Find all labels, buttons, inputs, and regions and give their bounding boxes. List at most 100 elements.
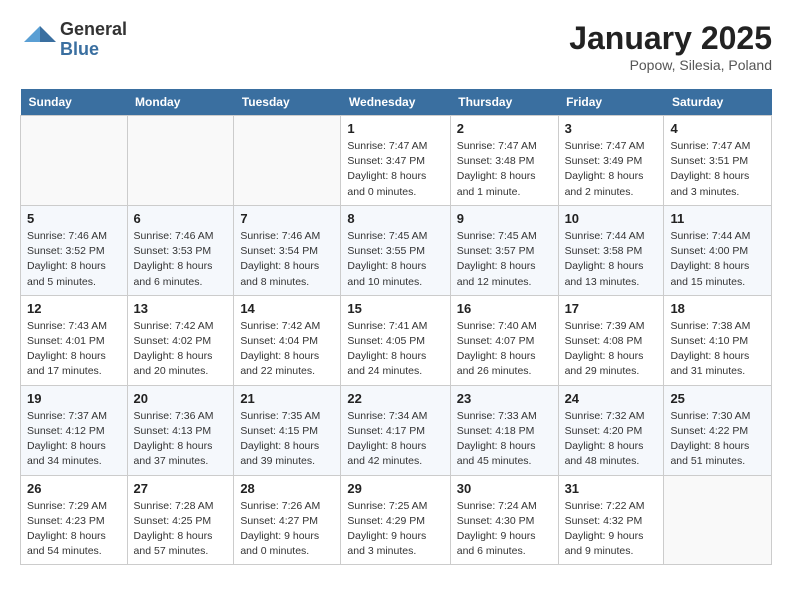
calendar-cell: 8 Sunrise: 7:45 AM Sunset: 3:55 PM Daylig… <box>341 205 450 295</box>
weekday-header-row: SundayMondayTuesdayWednesdayThursdayFrid… <box>21 89 772 116</box>
day-number: 26 <box>27 481 121 496</box>
day-number: 25 <box>670 391 765 406</box>
day-number: 6 <box>134 211 228 226</box>
weekday-header-wednesday: Wednesday <box>341 89 450 116</box>
calendar-cell: 4 Sunrise: 7:47 AM Sunset: 3:51 PM Daylig… <box>664 116 772 206</box>
calendar-cell <box>664 475 772 565</box>
day-info: Sunrise: 7:30 AM Sunset: 4:22 PM Dayligh… <box>670 409 765 470</box>
weekday-header-sunday: Sunday <box>21 89 128 116</box>
day-info: Sunrise: 7:43 AM Sunset: 4:01 PM Dayligh… <box>27 319 121 380</box>
calendar-week-row: 19 Sunrise: 7:37 AM Sunset: 4:12 PM Dayli… <box>21 385 772 475</box>
day-info: Sunrise: 7:40 AM Sunset: 4:07 PM Dayligh… <box>457 319 552 380</box>
weekday-header-tuesday: Tuesday <box>234 89 341 116</box>
day-info: Sunrise: 7:47 AM Sunset: 3:48 PM Dayligh… <box>457 139 552 200</box>
calendar-cell: 31Sunrise: 7:22 AM Sunset: 4:32 PM Dayli… <box>558 475 664 565</box>
calendar-cell: 30 Sunrise: 7:24 AM Sunset: 4:30 PM Dayli… <box>450 475 558 565</box>
calendar-cell: 24 Sunrise: 7:32 AM Sunset: 4:20 PM Dayli… <box>558 385 664 475</box>
calendar-cell: 15Sunrise: 7:41 AM Sunset: 4:05 PM Dayli… <box>341 295 450 385</box>
day-info: Sunrise: 7:34 AM Sunset: 4:17 PM Dayligh… <box>347 409 443 470</box>
day-number: 9 <box>457 211 552 226</box>
day-number: 11 <box>670 211 765 226</box>
day-number: 8 <box>347 211 443 226</box>
day-info: Sunrise: 7:39 AM Sunset: 4:08 PM Dayligh… <box>565 319 658 380</box>
calendar-cell: 27 Sunrise: 7:28 AM Sunset: 4:25 PM Dayli… <box>127 475 234 565</box>
calendar-cell: 20 Sunrise: 7:36 AM Sunset: 4:13 PM Dayli… <box>127 385 234 475</box>
month-title: January 2025 <box>569 20 772 57</box>
day-number: 19 <box>27 391 121 406</box>
calendar-week-row: 12 Sunrise: 7:43 AM Sunset: 4:01 PM Dayli… <box>21 295 772 385</box>
day-info: Sunrise: 7:37 AM Sunset: 4:12 PM Dayligh… <box>27 409 121 470</box>
weekday-header-thursday: Thursday <box>450 89 558 116</box>
day-number: 30 <box>457 481 552 496</box>
logo-text: General Blue <box>60 20 127 60</box>
day-number: 21 <box>240 391 334 406</box>
calendar-cell: 26 Sunrise: 7:29 AM Sunset: 4:23 PM Dayli… <box>21 475 128 565</box>
page-header: General Blue January 2025 Popow, Silesia… <box>20 20 772 73</box>
weekday-header-saturday: Saturday <box>664 89 772 116</box>
calendar-cell: 13 Sunrise: 7:42 AM Sunset: 4:02 PM Dayli… <box>127 295 234 385</box>
day-info: Sunrise: 7:47 AM Sunset: 3:51 PM Dayligh… <box>670 139 765 200</box>
day-number: 22 <box>347 391 443 406</box>
calendar-cell: 10Sunrise: 7:44 AM Sunset: 3:58 PM Dayli… <box>558 205 664 295</box>
day-number: 3 <box>565 121 658 136</box>
calendar-cell: 9 Sunrise: 7:45 AM Sunset: 3:57 PM Daylig… <box>450 205 558 295</box>
day-info: Sunrise: 7:24 AM Sunset: 4:30 PM Dayligh… <box>457 499 552 560</box>
day-info: Sunrise: 7:44 AM Sunset: 3:58 PM Dayligh… <box>565 229 658 290</box>
day-info: Sunrise: 7:47 AM Sunset: 3:47 PM Dayligh… <box>347 139 443 200</box>
day-info: Sunrise: 7:45 AM Sunset: 3:55 PM Dayligh… <box>347 229 443 290</box>
day-number: 4 <box>670 121 765 136</box>
day-number: 16 <box>457 301 552 316</box>
day-number: 2 <box>457 121 552 136</box>
day-info: Sunrise: 7:25 AM Sunset: 4:29 PM Dayligh… <box>347 499 443 560</box>
calendar-cell: 1 Sunrise: 7:47 AM Sunset: 3:47 PM Daylig… <box>341 116 450 206</box>
weekday-header-friday: Friday <box>558 89 664 116</box>
day-number: 1 <box>347 121 443 136</box>
day-info: Sunrise: 7:32 AM Sunset: 4:20 PM Dayligh… <box>565 409 658 470</box>
day-info: Sunrise: 7:38 AM Sunset: 4:10 PM Dayligh… <box>670 319 765 380</box>
calendar-cell: 11Sunrise: 7:44 AM Sunset: 4:00 PM Dayli… <box>664 205 772 295</box>
day-info: Sunrise: 7:33 AM Sunset: 4:18 PM Dayligh… <box>457 409 552 470</box>
day-info: Sunrise: 7:42 AM Sunset: 4:04 PM Dayligh… <box>240 319 334 380</box>
day-info: Sunrise: 7:46 AM Sunset: 3:54 PM Dayligh… <box>240 229 334 290</box>
logo: General Blue <box>20 20 127 60</box>
day-number: 12 <box>27 301 121 316</box>
day-info: Sunrise: 7:47 AM Sunset: 3:49 PM Dayligh… <box>565 139 658 200</box>
title-block: January 2025 Popow, Silesia, Poland <box>569 20 772 73</box>
day-info: Sunrise: 7:46 AM Sunset: 3:52 PM Dayligh… <box>27 229 121 290</box>
calendar-cell <box>234 116 341 206</box>
day-number: 27 <box>134 481 228 496</box>
weekday-header-monday: Monday <box>127 89 234 116</box>
calendar-cell: 14Sunrise: 7:42 AM Sunset: 4:04 PM Dayli… <box>234 295 341 385</box>
calendar-cell: 7 Sunrise: 7:46 AM Sunset: 3:54 PM Daylig… <box>234 205 341 295</box>
calendar-cell: 23 Sunrise: 7:33 AM Sunset: 4:18 PM Dayli… <box>450 385 558 475</box>
day-info: Sunrise: 7:45 AM Sunset: 3:57 PM Dayligh… <box>457 229 552 290</box>
day-number: 13 <box>134 301 228 316</box>
day-info: Sunrise: 7:42 AM Sunset: 4:02 PM Dayligh… <box>134 319 228 380</box>
day-number: 31 <box>565 481 658 496</box>
calendar-cell: 29 Sunrise: 7:25 AM Sunset: 4:29 PM Dayli… <box>341 475 450 565</box>
day-number: 24 <box>565 391 658 406</box>
day-number: 20 <box>134 391 228 406</box>
day-number: 28 <box>240 481 334 496</box>
logo-blue-label: Blue <box>60 40 127 60</box>
day-number: 18 <box>670 301 765 316</box>
calendar-cell <box>21 116 128 206</box>
day-info: Sunrise: 7:36 AM Sunset: 4:13 PM Dayligh… <box>134 409 228 470</box>
day-number: 23 <box>457 391 552 406</box>
day-info: Sunrise: 7:28 AM Sunset: 4:25 PM Dayligh… <box>134 499 228 560</box>
logo-general-label: General <box>60 20 127 40</box>
calendar-cell: 5Sunrise: 7:46 AM Sunset: 3:52 PM Daylig… <box>21 205 128 295</box>
calendar-cell: 17Sunrise: 7:39 AM Sunset: 4:08 PM Dayli… <box>558 295 664 385</box>
calendar-week-row: 26 Sunrise: 7:29 AM Sunset: 4:23 PM Dayli… <box>21 475 772 565</box>
day-info: Sunrise: 7:29 AM Sunset: 4:23 PM Dayligh… <box>27 499 121 560</box>
calendar-cell <box>127 116 234 206</box>
calendar-week-row: 1 Sunrise: 7:47 AM Sunset: 3:47 PM Daylig… <box>21 116 772 206</box>
calendar-cell: 21Sunrise: 7:35 AM Sunset: 4:15 PM Dayli… <box>234 385 341 475</box>
logo-icon <box>20 22 56 58</box>
day-number: 29 <box>347 481 443 496</box>
calendar-cell: 19 Sunrise: 7:37 AM Sunset: 4:12 PM Dayli… <box>21 385 128 475</box>
calendar-cell: 16 Sunrise: 7:40 AM Sunset: 4:07 PM Dayli… <box>450 295 558 385</box>
day-number: 7 <box>240 211 334 226</box>
calendar-cell: 25 Sunrise: 7:30 AM Sunset: 4:22 PM Dayli… <box>664 385 772 475</box>
day-info: Sunrise: 7:46 AM Sunset: 3:53 PM Dayligh… <box>134 229 228 290</box>
